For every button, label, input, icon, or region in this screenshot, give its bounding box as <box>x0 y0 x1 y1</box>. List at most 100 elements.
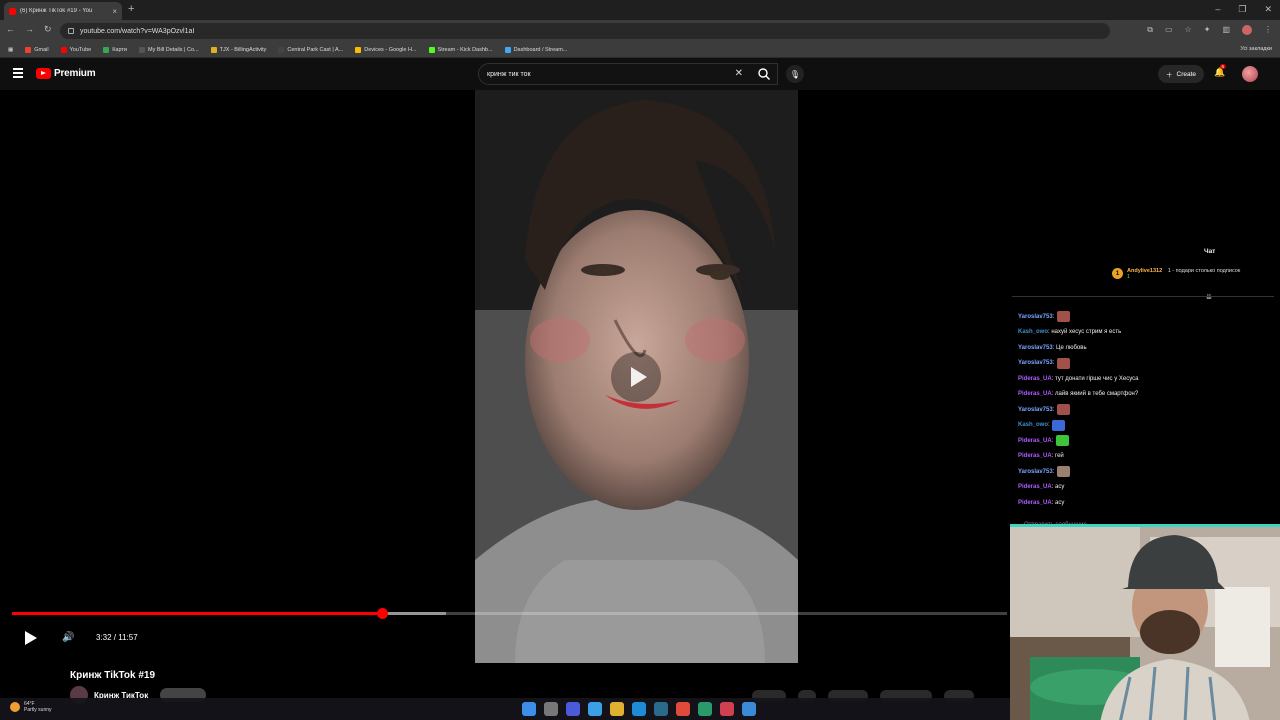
chat-username[interactable]: Kash_owo <box>1018 422 1048 428</box>
chat-message: Kash_owo: <box>1018 418 1274 434</box>
reload-icon[interactable]: ↻ <box>44 24 52 35</box>
chat-text: асу <box>1055 499 1065 506</box>
progress-played <box>12 612 383 615</box>
taskbar-app-icon[interactable] <box>544 702 558 716</box>
bookmark-star-icon[interactable]: ☆ <box>1185 25 1192 35</box>
youtube-logo[interactable]: Premium <box>36 68 96 79</box>
taskbar-app-icon[interactable] <box>742 702 756 716</box>
restore-icon[interactable]: ❐ <box>1238 4 1246 15</box>
taskbar-app-icon[interactable] <box>566 702 580 716</box>
browser-toolbar: ← → ↻ youtube.com/watch?v=WA3pOzvl1aI ⧉ … <box>0 20 1280 42</box>
all-bookmarks[interactable]: Усі закладки <box>1240 46 1272 52</box>
close-window-icon[interactable]: ✕ <box>1264 4 1272 15</box>
chat-username[interactable]: Pideras_UA <box>1018 500 1052 506</box>
sidepanel-icon[interactable]: ▥ <box>1222 25 1230 35</box>
notifications-bell-icon[interactable]: 🔔 6 <box>1214 64 1226 79</box>
url-text: youtube.com/watch?v=WA3pOzvl1aI <box>80 27 195 35</box>
chat-text: гей <box>1055 453 1064 460</box>
play-icon[interactable] <box>24 631 38 645</box>
site-info-icon[interactable] <box>68 28 74 34</box>
chat-colon: : <box>1052 406 1057 413</box>
profile-avatar[interactable] <box>1242 25 1252 35</box>
bookmark-label: YouTube <box>69 46 92 53</box>
pinned-user[interactable]: Andylive1312 <box>1127 268 1162 274</box>
apps-icon[interactable]: ▦ <box>8 47 13 53</box>
rank-badge-icon: 1 <box>1112 268 1123 279</box>
progress-bar[interactable] <box>12 608 1007 619</box>
taskbar-app-icon[interactable] <box>720 702 734 716</box>
forward-icon[interactable]: → <box>25 24 34 35</box>
weather-widget[interactable]: 64°F Partly sunny <box>10 701 52 713</box>
center-play-icon[interactable] <box>611 352 661 402</box>
chat-username[interactable]: Pideras_UA <box>1018 438 1052 444</box>
bookmark-item[interactable]: Gmail <box>25 46 49 53</box>
taskbar-app-icon[interactable] <box>610 702 624 716</box>
cast-icon[interactable]: ▭ <box>1165 25 1173 35</box>
bookmark-item[interactable]: Карти <box>103 46 127 53</box>
chat-colon: : <box>1051 437 1056 444</box>
youtube-header: Premium кринж тик ток ✕ 🎙 ＋ Create 🔔 6 <box>0 58 1280 90</box>
search-icon[interactable] <box>757 67 771 81</box>
account-avatar[interactable] <box>1242 66 1258 82</box>
chat-username[interactable]: Yaroslav753 <box>1018 407 1053 413</box>
minimize-icon[interactable]: – <box>1215 4 1220 15</box>
chat-username[interactable]: Yaroslav753 <box>1018 469 1053 475</box>
translate-icon[interactable]: ⧉ <box>1147 25 1153 35</box>
weather-desc: Partly sunny <box>24 707 52 713</box>
volume-icon[interactable]: 🔊 <box>62 632 76 644</box>
bookmark-item[interactable]: TJX - BillingActivity <box>210 46 267 53</box>
bookmark-label: Gmail <box>34 46 49 53</box>
search-input[interactable]: кринж тик ток ✕ <box>478 63 778 85</box>
emote-icon <box>1057 466 1071 478</box>
taskbar-app-icon[interactable] <box>676 702 690 716</box>
chat-username[interactable]: Pideras_UA <box>1018 453 1052 459</box>
chat-text: тут донати гірше чис у Хесуса <box>1055 375 1139 382</box>
plus-icon: ＋ <box>1166 72 1173 79</box>
close-tab-icon[interactable]: × <box>112 7 117 16</box>
bookmark-item[interactable]: My Bill Details | Co... <box>139 46 199 53</box>
taskbar-app-icon[interactable] <box>632 702 646 716</box>
video-player[interactable] <box>0 90 1010 663</box>
clear-search-icon[interactable]: ✕ <box>735 68 743 79</box>
menu-icon[interactable]: ⋮ <box>1264 25 1272 35</box>
chat-username[interactable]: Yaroslav753 <box>1018 345 1053 351</box>
chat-colon: : <box>1052 468 1057 475</box>
taskbar-apps <box>522 702 756 716</box>
create-button[interactable]: ＋ Create <box>1158 65 1205 83</box>
chat-username[interactable]: Pideras_UA <box>1018 391 1052 397</box>
extensions-icon[interactable]: ✦ <box>1204 25 1211 35</box>
chat-username[interactable]: Kash_owo <box>1018 329 1048 335</box>
bookmark-item[interactable]: Stream - Kick Dashb... <box>428 46 493 53</box>
create-label: Create <box>1176 70 1197 78</box>
menu-hamburger-icon[interactable] <box>13 68 23 78</box>
back-icon[interactable]: ← <box>6 24 15 35</box>
bookmark-item[interactable]: Devices - Google H... <box>355 46 417 53</box>
chat-message: Yaroslav753: Це любовь <box>1018 340 1274 356</box>
chat-username[interactable]: Yaroslav753 <box>1018 314 1053 320</box>
bookmark-favicon-icon <box>278 46 285 53</box>
taskbar-app-icon[interactable] <box>588 702 602 716</box>
taskbar-app-icon[interactable] <box>522 702 536 716</box>
collapse-chat-icon[interactable]: ⇊ <box>1206 293 1212 301</box>
chat-message: Pideras_UA: асу <box>1018 480 1274 496</box>
new-tab-button[interactable]: + <box>128 3 134 15</box>
youtube-play-logo-icon <box>36 68 51 79</box>
chat-message: Kash_owo: нахуй хесус стрим я есть <box>1018 325 1274 341</box>
bookmark-favicon-icon <box>103 46 110 53</box>
taskbar-app-icon[interactable] <box>698 702 712 716</box>
bookmark-favicon-icon <box>25 46 32 53</box>
taskbar-app-icon[interactable] <box>654 702 668 716</box>
bookmark-item[interactable]: Central Park Cast | A... <box>278 46 343 53</box>
bookmark-item[interactable]: YouTube <box>60 46 92 53</box>
chat-username[interactable]: Pideras_UA <box>1018 484 1052 490</box>
browser-tab[interactable]: (6) Кринж TikTok #19 - You × <box>4 2 122 20</box>
bookmark-item[interactable]: Dashboard / Stream... <box>504 46 567 53</box>
chat-username[interactable]: Yaroslav753 <box>1018 360 1053 366</box>
chat-message: Pideras_UA: асу <box>1018 495 1274 511</box>
voice-search-icon[interactable]: 🎙 <box>786 65 804 83</box>
bookmarks-bar: ▦ Gmail YouTube Карти My Bill Details | Co..… <box>0 42 1280 58</box>
address-bar[interactable]: youtube.com/watch?v=WA3pOzvl1aI <box>60 23 1110 39</box>
browser-tab-bar: (6) Кринж TikTok #19 - You × + – ❐ ✕ <box>0 0 1280 20</box>
chat-username[interactable]: Pideras_UA <box>1018 376 1052 382</box>
bookmark-label: TJX - BillingActivity <box>219 46 267 53</box>
